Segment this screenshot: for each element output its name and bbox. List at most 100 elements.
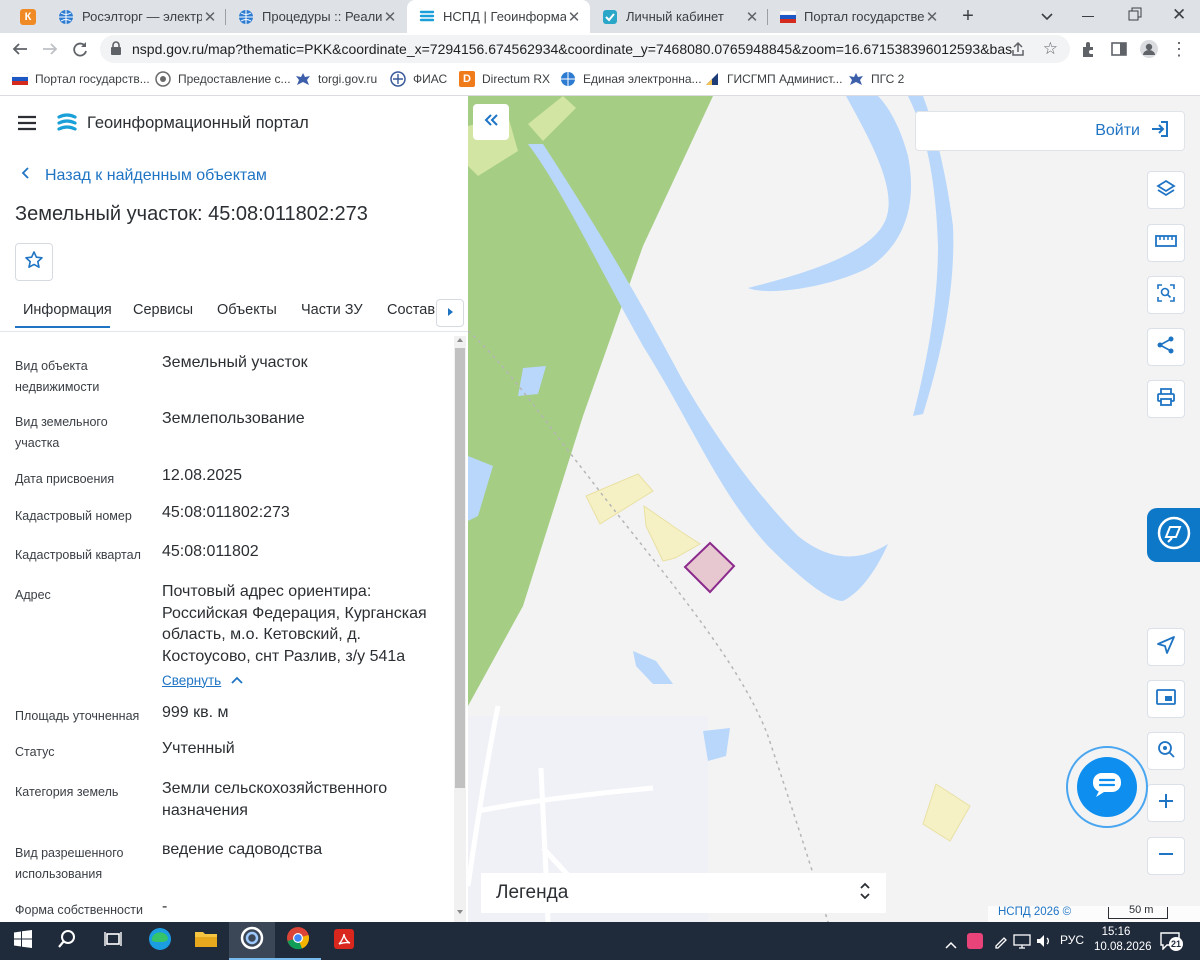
- clock-time: 15:16: [1101, 926, 1131, 938]
- new-tab-button[interactable]: +: [952, 0, 984, 33]
- share-button[interactable]: [1147, 328, 1185, 366]
- locate-button[interactable]: [1147, 628, 1185, 666]
- tab-objects[interactable]: Объекты: [217, 302, 277, 318]
- directum-taskbar-icon: [240, 926, 264, 955]
- tray-pen-icon[interactable]: [993, 933, 1009, 954]
- collapse-address-link[interactable]: Свернуть: [162, 671, 243, 689]
- feedback-tab[interactable]: [1147, 508, 1200, 562]
- notifications-button[interactable]: 21: [1160, 932, 1183, 955]
- menu-kebab-icon[interactable]: ⋮: [1167, 37, 1191, 61]
- pinned-tab[interactable]: К: [8, 0, 46, 33]
- tray-expand-icon[interactable]: [945, 936, 957, 954]
- property-value: 45:08:011802:273: [162, 504, 290, 521]
- login-button[interactable]: Войти: [915, 111, 1185, 151]
- bookmark-item[interactable]: ФИАС: [390, 71, 447, 87]
- zoom-out-button[interactable]: [1147, 837, 1185, 875]
- forward-icon[interactable]: [38, 37, 62, 61]
- land-plot[interactable]: [922, 783, 971, 842]
- omnibox[interactable]: nspd.gov.ru/map?thematic=PKK&coordinate_…: [100, 35, 1070, 63]
- close-window-icon[interactable]: ✕: [1172, 5, 1186, 25]
- tab-nspd[interactable]: НСПД | Геоинформаци ✕: [407, 0, 590, 33]
- explorer-app[interactable]: [183, 922, 229, 960]
- app-title[interactable]: Геоинформационный портал: [87, 114, 309, 133]
- bookmark-label: Портал государств...: [35, 72, 150, 86]
- scrollbar-thumb[interactable]: [455, 348, 465, 788]
- land-plot[interactable]: [643, 504, 701, 562]
- tab-services[interactable]: Сервисы: [133, 302, 193, 318]
- print-button[interactable]: [1147, 380, 1185, 418]
- bookmark-item[interactable]: D Directum RX: [459, 71, 550, 87]
- bookmark-item[interactable]: Предоставление с...: [155, 71, 291, 87]
- layers-button[interactable]: [1147, 171, 1185, 209]
- expand-collapse-icon[interactable]: [859, 881, 871, 906]
- tab-gosuslugi[interactable]: Портал государственн ✕: [768, 0, 948, 33]
- back-to-results-link[interactable]: Назад к найденным объектам: [20, 166, 267, 185]
- tab-composition[interactable]: Состав: [387, 302, 435, 318]
- network-icon[interactable]: [1013, 933, 1031, 954]
- minimap-button[interactable]: [1147, 680, 1185, 718]
- minimize-icon[interactable]: [1082, 16, 1094, 17]
- acrobat-app[interactable]: [321, 922, 367, 960]
- tab-information[interactable]: Информация: [23, 302, 112, 318]
- reload-icon[interactable]: [68, 37, 92, 61]
- tab-cabinet[interactable]: Личный кабинет ✕: [590, 0, 768, 33]
- property-label: Дата присвоения: [15, 472, 115, 486]
- tabs-scroll-right-button[interactable]: [436, 299, 464, 327]
- panel-scrollbar[interactable]: [454, 336, 466, 922]
- portal-logo-icon[interactable]: [56, 112, 78, 139]
- pinned-app-icon: К: [20, 8, 36, 25]
- share-icon[interactable]: [1010, 41, 1026, 60]
- chrome-app[interactable]: [275, 922, 321, 960]
- close-tab-icon[interactable]: ✕: [566, 9, 582, 26]
- hamburger-menu-icon[interactable]: [17, 115, 37, 136]
- bookmark-item[interactable]: Единая электронна...: [560, 71, 702, 87]
- tab-roseltorg[interactable]: Росэлторг — электронн ✕: [46, 0, 226, 33]
- clock[interactable]: 15:16 10.08.2026: [1094, 925, 1152, 955]
- tab-parts[interactable]: Части ЗУ: [301, 302, 363, 318]
- close-tab-icon[interactable]: ✕: [744, 9, 760, 26]
- edge-app[interactable]: [137, 922, 183, 960]
- task-view-button[interactable]: [90, 922, 136, 960]
- bookmark-item[interactable]: ГИСГМП Админист...: [704, 71, 842, 87]
- zoom-in-button[interactable]: [1147, 784, 1185, 822]
- volume-icon[interactable]: [1035, 933, 1053, 954]
- geo-search-button[interactable]: [1147, 732, 1185, 770]
- collapse-panel-button[interactable]: [473, 104, 509, 140]
- chat-assistant-button[interactable]: [1066, 746, 1148, 828]
- back-icon[interactable]: [8, 37, 32, 61]
- bookmark-item[interactable]: Портал государств...: [12, 71, 150, 87]
- close-tab-icon[interactable]: ✕: [382, 9, 398, 26]
- scroll-up-arrow-icon[interactable]: [457, 338, 463, 342]
- bookmark-label: Directum RX: [482, 72, 551, 86]
- double-chevron-left-icon: [483, 113, 499, 132]
- legend-panel[interactable]: Легенда: [481, 873, 886, 913]
- bookmark-item[interactable]: ПГС 2: [848, 71, 904, 87]
- lock-icon[interactable]: [110, 40, 122, 58]
- property-label: Вид объекта недвижимости: [15, 359, 100, 394]
- close-tab-icon[interactable]: ✕: [202, 9, 218, 26]
- restore-icon[interactable]: [1128, 7, 1142, 26]
- tray-app-icon[interactable]: [967, 933, 983, 949]
- selected-land-plot[interactable]: [683, 541, 736, 594]
- bookmark-item[interactable]: torgi.gov.ru: [295, 71, 377, 87]
- language-indicator[interactable]: РУС: [1060, 933, 1084, 947]
- profile-icon[interactable]: [1137, 37, 1161, 61]
- start-button[interactable]: [0, 922, 46, 960]
- bookmark-star-icon[interactable]: ☆: [1043, 39, 1058, 59]
- tab-search-icon[interactable]: [1040, 9, 1054, 28]
- search-button[interactable]: [44, 922, 90, 960]
- scroll-down-arrow-icon[interactable]: [457, 910, 463, 914]
- search-icon: [57, 929, 77, 954]
- directum-app[interactable]: [229, 922, 275, 960]
- tab-procedures[interactable]: Процедуры :: Реализац ✕: [226, 0, 406, 33]
- favorite-button[interactable]: [15, 243, 53, 281]
- url-text[interactable]: nspd.gov.ru/map?thematic=PKK&coordinate_…: [132, 41, 1012, 57]
- windows-logo-icon: [14, 929, 32, 953]
- measure-button[interactable]: [1147, 224, 1185, 262]
- scale-label: 50 m: [1129, 904, 1154, 916]
- gisgmp-icon: [704, 71, 720, 87]
- close-tab-icon[interactable]: ✕: [924, 9, 940, 26]
- extensions-icon[interactable]: [1077, 37, 1101, 61]
- area-search-button[interactable]: [1147, 276, 1185, 314]
- side-panel-icon[interactable]: [1107, 37, 1131, 61]
